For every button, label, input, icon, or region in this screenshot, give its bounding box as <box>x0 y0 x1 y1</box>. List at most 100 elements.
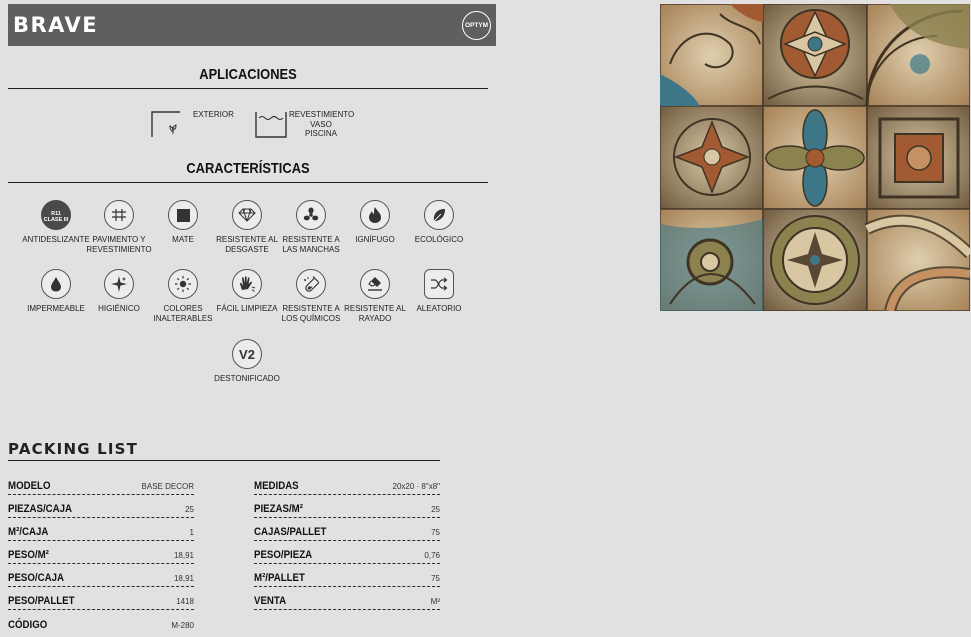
packing-value: M² <box>430 597 440 606</box>
feature-facil-limpieza: FÁCIL LIMPIEZA <box>211 269 283 314</box>
packing-row: PESO/CAJA 18,91 <box>8 564 194 587</box>
feature-label: ANTIDESLIZANTE <box>22 235 90 244</box>
feature-label: DESTONIFICADO <box>214 374 280 383</box>
caracteristicas-rule <box>8 182 488 184</box>
packing-key: M²/CAJA <box>8 526 49 538</box>
packing-key: MEDIDAS <box>254 480 299 492</box>
packing-value: M-280 <box>171 621 194 630</box>
packing-key: PESO/PIEZA <box>254 549 313 561</box>
packing-value: 1 <box>189 528 194 537</box>
packing-value: 25 <box>431 505 440 514</box>
packing-key: VENTA <box>254 595 287 607</box>
packing-value: 75 <box>431 574 440 583</box>
feature-antideslizante: R11 CLASE III ANTIDESLIZANTE <box>20 200 92 245</box>
packing-value: 25 <box>185 505 194 514</box>
feature-label: RESISTENTE A LOS QUÍMICOS <box>281 304 341 323</box>
feature-label: RESISTENTE AL RAYADO <box>344 304 406 323</box>
packing-value: 0,76 <box>424 551 440 560</box>
packing-key: PESO/PALLET <box>8 595 75 607</box>
aplicaciones-title: APLICACIONES <box>199 66 297 83</box>
scratch-icon <box>360 269 390 299</box>
packing-key: PIEZAS/M² <box>254 503 303 515</box>
exterior-icon <box>151 111 180 137</box>
packing-list-right-column: MEDIDAS 20x20 · 8"x8" PIEZAS/M² 25 CAJAS/P… <box>254 472 440 610</box>
product-tile-image <box>660 4 970 311</box>
packing-value: 20x20 · 8"x8" <box>392 482 440 491</box>
sun-icon <box>168 269 198 299</box>
feature-label: RESISTENTE A LAS MANCHAS <box>282 235 340 254</box>
packing-row: M²/PALLET 75 <box>254 564 440 587</box>
badge-clase: CLASE III <box>43 216 69 223</box>
packing-list-rule <box>8 460 440 462</box>
packing-value: BASE DECOR <box>141 482 194 491</box>
feature-label: COLORES INALTERABLES <box>153 304 213 323</box>
feature-rayado: RESISTENTE AL RAYADO <box>339 269 411 323</box>
packing-list-left-column: MODELO BASE DECOR PIEZAS/CAJA 25 M²/CAJA 1 … <box>8 472 194 633</box>
application-label: REVESTIMIENTO VASO PISCINA <box>289 110 355 138</box>
packing-value: 18,91 <box>173 574 194 583</box>
sparkle-icon <box>104 269 134 299</box>
packing-row: PIEZAS/CAJA 25 <box>8 495 194 518</box>
packing-row: PIEZAS/M² 25 <box>254 495 440 518</box>
feature-label: HIGIÉNICO <box>98 304 140 313</box>
matte-icon <box>168 200 198 230</box>
hand-clean-icon <box>232 269 262 299</box>
feature-destonificado: V2 DESTONIFICADO <box>211 339 283 384</box>
feature-label: PAVIMENTO Y REVESTIMIENTO <box>86 235 152 254</box>
feature-label: ALEATORIO <box>416 304 462 313</box>
packing-list-title: PACKING LIST <box>8 440 139 458</box>
packing-key: PESO/CAJA <box>8 572 64 584</box>
test-tube-icon <box>296 269 326 299</box>
packing-value: 18,91 <box>173 551 194 560</box>
packing-row: PESO/M² 18,91 <box>8 541 194 564</box>
leaf-icon <box>424 200 454 230</box>
product-header: BRAVE OPTYM <box>8 4 496 46</box>
aplicaciones-rule <box>8 88 488 90</box>
feature-colores: COLORES INALTERABLES <box>147 269 219 323</box>
feature-label: MATE <box>172 235 194 244</box>
feature-mate: MATE <box>147 200 219 245</box>
packing-row: CAJAS/PALLET 75 <box>254 518 440 541</box>
packing-row: MEDIDAS 20x20 · 8"x8" <box>254 472 440 495</box>
application-label: EXTERIOR <box>193 110 234 119</box>
feature-label: FÁCIL LIMPIEZA <box>216 304 278 313</box>
packing-value: 75 <box>431 528 440 537</box>
feature-quimicos: RESISTENTE A LOS QUÍMICOS <box>275 269 347 323</box>
r11-badge-icon: R11 CLASE III <box>41 200 71 230</box>
packing-value: 1418 <box>176 597 194 606</box>
product-name: BRAVE <box>13 13 99 37</box>
feature-label: RESISTENTE AL DESGASTE <box>216 235 278 254</box>
feature-pavimento: PAVIMENTO Y REVESTIMIENTO <box>83 200 155 254</box>
floor-wall-icon <box>104 200 134 230</box>
v2-icon: V2 <box>232 339 262 369</box>
packing-key: PESO/M² <box>8 549 49 561</box>
packing-key: MODELO <box>8 480 51 492</box>
feature-impermeable: IMPERMEABLE <box>20 269 92 314</box>
packing-row: M²/CAJA 1 <box>8 518 194 541</box>
packing-key: CÓDIGO <box>8 619 48 631</box>
v2-badge-text: V2 <box>239 346 255 362</box>
pool-icon <box>255 112 287 138</box>
caracteristicas-title: CARACTERÍSTICAS <box>186 160 310 177</box>
shuffle-icon <box>424 269 454 299</box>
packing-row: MODELO BASE DECOR <box>8 472 194 495</box>
diamond-icon <box>232 200 262 230</box>
packing-key: PIEZAS/CAJA <box>8 503 73 515</box>
feature-ignifugo: IGNÍFUGO <box>339 200 411 245</box>
feature-label: ECOLÓGICO <box>414 235 464 244</box>
water-drop-icon <box>41 269 71 299</box>
brand-logo: OPTYM <box>462 11 491 40</box>
feature-label: IMPERMEABLE <box>27 304 85 313</box>
packing-row: VENTA M² <box>254 587 440 610</box>
packing-key: CAJAS/PALLET <box>254 526 327 538</box>
stain-resistant-icon <box>296 200 326 230</box>
packing-row: PESO/PALLET 1418 <box>8 587 194 610</box>
flame-icon <box>360 200 390 230</box>
feature-ecologico: ECOLÓGICO <box>403 200 475 245</box>
feature-label: IGNÍFUGO <box>355 235 395 244</box>
packing-row: PESO/PIEZA 0,76 <box>254 541 440 564</box>
feature-higienico: HIGIÉNICO <box>83 269 155 314</box>
packing-key: M²/PALLET <box>254 572 305 584</box>
packing-row: CÓDIGO M-280 <box>8 610 194 633</box>
feature-desgaste: RESISTENTE AL DESGASTE <box>211 200 283 254</box>
